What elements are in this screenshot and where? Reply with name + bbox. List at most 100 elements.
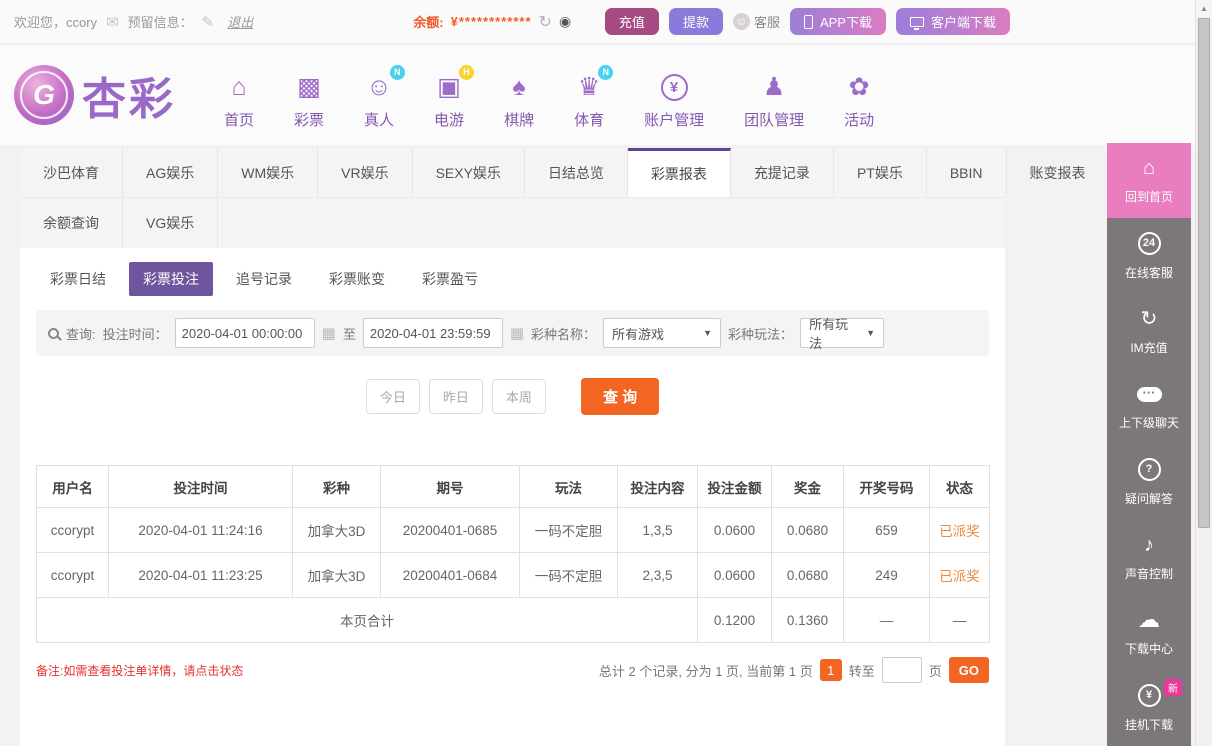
nav-item-team[interactable]: ♟ 团队管理 xyxy=(744,72,804,130)
topbar-actions: 充值 提款 ☺ 客服 APP下载 客户端下载 xyxy=(605,8,1010,35)
time-to-input[interactable] xyxy=(363,318,503,348)
side-item-recharge[interactable]: ↻IM充值 xyxy=(1107,294,1191,369)
nav-item-gamepad[interactable]: ▣H电游 xyxy=(434,72,464,130)
tab-VR娱乐[interactable]: VR娱乐 xyxy=(318,148,412,197)
side-item-chat[interactable]: ···上下级聊天 xyxy=(1107,369,1191,444)
tab-BBIN[interactable]: BBIN xyxy=(927,148,1007,197)
client-download-label: 客户端下载 xyxy=(931,12,996,31)
tab-彩票报表[interactable]: 彩票报表 xyxy=(628,148,731,197)
today-button[interactable]: 今日 xyxy=(366,379,420,414)
nav-item-person[interactable]: ☺N真人 xyxy=(364,72,394,130)
nav-item-label: 首页 xyxy=(224,109,254,130)
data-cell: 加拿大3D xyxy=(293,508,381,553)
edit-icon[interactable]: ✎ xyxy=(202,13,215,31)
calendar-icon[interactable]: ▦ xyxy=(322,324,336,342)
tab-VG娱乐[interactable]: VG娱乐 xyxy=(123,198,218,248)
logout-link[interactable]: 退出 xyxy=(227,12,253,31)
scrollbar-thumb[interactable] xyxy=(1198,18,1210,528)
tab-SEXY娱乐[interactable]: SEXY娱乐 xyxy=(413,148,525,197)
logo-emblem-icon: G xyxy=(14,65,74,125)
query-label: 查询: xyxy=(66,324,96,343)
phone-icon xyxy=(804,15,813,29)
game-select[interactable]: 所有游戏 ▼ xyxy=(603,318,721,348)
tabs-row-1: 沙巴体育AG娱乐WM娱乐VR娱乐SEXY娱乐日结总览彩票报表充提记录PT娱乐BB… xyxy=(20,148,1005,198)
tab-沙巴体育[interactable]: 沙巴体育 xyxy=(20,148,123,197)
withdraw-button[interactable]: 提款 xyxy=(669,8,723,35)
nav-item-trophy[interactable]: ♛N体育 xyxy=(574,72,604,130)
mail-icon[interactable]: ✉ xyxy=(106,13,119,31)
current-page-button[interactable]: 1 xyxy=(820,659,842,681)
balance-value: ¥************ xyxy=(451,14,532,29)
header: G 杏彩 ⌂首页 ▩彩票 ☺N真人 ▣H电游 ♠棋牌 ♛N体育 ¥账户管理 ♟ 团队管理 ✿活动 xyxy=(0,45,1195,145)
speaker-icon: ♪ xyxy=(1144,533,1154,557)
data-cell: 20200401-0684 xyxy=(381,553,520,598)
table-footer: 备注:如需查看投注单详情，请点击状态 总计 2 个记录, 分为 1 页, 当前第… xyxy=(36,657,989,683)
side-item-download[interactable]: ☁↓下载中心 xyxy=(1107,595,1191,670)
eye-icon[interactable]: ◉ xyxy=(559,13,571,30)
tab-余额查询[interactable]: 余额查询 xyxy=(20,198,123,248)
page-scrollbar[interactable]: ▲ xyxy=(1195,0,1212,746)
data-cell: 249 xyxy=(844,553,930,598)
status-cell[interactable]: 已派奖 xyxy=(930,553,990,598)
nav-item-label: 团队管理 xyxy=(744,109,804,130)
service-label: 客服 xyxy=(754,12,780,31)
team-icon: ♟ xyxy=(763,72,785,102)
client-download-button[interactable]: 客户端下载 xyxy=(896,8,1010,35)
goto-page-input[interactable] xyxy=(882,657,922,683)
pagination: 总计 2 个记录, 分为 1 页, 当前第 1 页 1 转至 页 GO xyxy=(599,657,989,683)
service-avatar-icon: ☺ xyxy=(733,13,750,30)
tab-WM娱乐[interactable]: WM娱乐 xyxy=(218,148,318,197)
ticket-icon: ▩ xyxy=(297,72,321,102)
nav-item-home[interactable]: ⌂首页 xyxy=(224,72,254,130)
tab-账变报表[interactable]: 账变报表 xyxy=(1007,148,1110,197)
tab-充提记录[interactable]: 充提记录 xyxy=(731,148,834,197)
scroll-up-icon[interactable]: ▲ xyxy=(1196,0,1212,17)
topbar: 欢迎您，ccory ✉ 预留信息： ✎ 退出 余额: ¥************… xyxy=(0,0,1195,44)
subtab-彩票盈亏[interactable]: 彩票盈亏 xyxy=(408,262,492,296)
this-week-button[interactable]: 本周 xyxy=(492,379,546,414)
side-item-headset[interactable]: 24在线客服 xyxy=(1107,218,1191,293)
side-item-home[interactable]: ⌂回到首页 xyxy=(1107,143,1191,218)
tab-日结总览[interactable]: 日结总览 xyxy=(525,148,628,197)
service-link[interactable]: ☺ 客服 xyxy=(733,12,780,31)
side-item-moneybag[interactable]: ¥挂机下载新 xyxy=(1107,671,1191,746)
column-header: 投注时间 xyxy=(109,466,293,508)
coin-icon: ¥ xyxy=(661,72,688,102)
page-unit-label: 页 xyxy=(929,661,942,680)
subtab-彩票日结[interactable]: 彩票日结 xyxy=(36,262,120,296)
refresh-icon[interactable]: ↻ xyxy=(539,12,552,32)
total-row: 本页合计0.12000.1360—— xyxy=(37,598,990,643)
goto-label: 转至 xyxy=(849,661,875,680)
nav-item-coin[interactable]: ¥账户管理 xyxy=(644,72,704,130)
subtabs: 彩票日结彩票投注追号记录彩票账变彩票盈亏 xyxy=(20,248,1005,296)
recharge-icon: ↻ xyxy=(1141,307,1158,331)
play-select[interactable]: 所有玩法 ▼ xyxy=(800,318,884,348)
quick-buttons-row: 今日 昨日 本周 查 询 xyxy=(20,378,1005,415)
tab-PT娱乐[interactable]: PT娱乐 xyxy=(834,148,927,197)
query-submit-button[interactable]: 查 询 xyxy=(581,378,659,415)
subtab-彩票投注[interactable]: 彩票投注 xyxy=(129,262,213,296)
site-logo[interactable]: G 杏彩 xyxy=(14,63,176,127)
nav-item-cards[interactable]: ♠棋牌 xyxy=(504,72,534,130)
yesterday-button[interactable]: 昨日 xyxy=(429,379,483,414)
nav-item-gift[interactable]: ✿活动 xyxy=(844,72,874,130)
subtab-追号记录[interactable]: 追号记录 xyxy=(222,262,306,296)
side-item-question[interactable]: ?疑问解答 xyxy=(1107,445,1191,520)
calendar-icon[interactable]: ▦ xyxy=(510,324,524,342)
table-row: ccorypt2020-04-01 11:24:16加拿大3D20200401-… xyxy=(37,508,990,553)
subtab-彩票账变[interactable]: 彩票账变 xyxy=(315,262,399,296)
column-header: 开奖号码 xyxy=(844,466,930,508)
data-cell: 一码不定胆 xyxy=(520,553,618,598)
home-icon: ⌂ xyxy=(1143,156,1155,180)
recharge-button[interactable]: 充值 xyxy=(605,8,659,35)
side-item-speaker[interactable]: ♪声音控制 xyxy=(1107,520,1191,595)
trophy-icon: ♛N xyxy=(578,72,600,102)
app-download-button[interactable]: APP下载 xyxy=(790,8,886,35)
time-from-input[interactable] xyxy=(175,318,315,348)
data-cell: 一码不定胆 xyxy=(520,508,618,553)
tab-AG娱乐[interactable]: AG娱乐 xyxy=(123,148,218,197)
go-button[interactable]: GO xyxy=(949,657,989,683)
nav-item-ticket[interactable]: ▩彩票 xyxy=(294,72,324,130)
data-cell: 0.0680 xyxy=(772,508,844,553)
status-cell[interactable]: 已派奖 xyxy=(930,508,990,553)
